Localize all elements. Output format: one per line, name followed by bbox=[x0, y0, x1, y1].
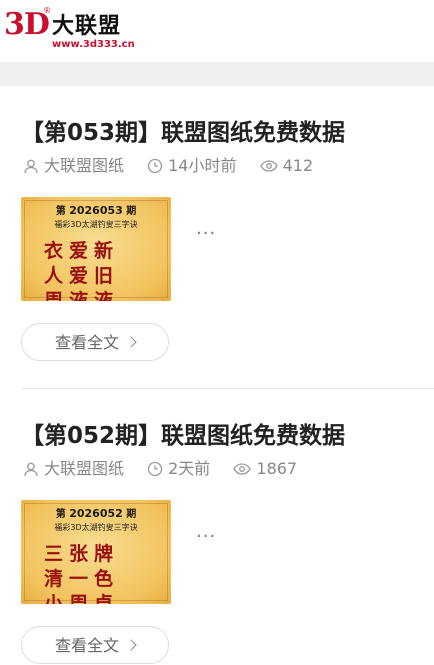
post-thumbnail[interactable]: 第 2026052 期 福彩3D太湖钓叟三字诀 三张牌 清一色 小周卓 bbox=[21, 500, 171, 604]
views-item: 1867 bbox=[233, 459, 297, 479]
user-icon bbox=[24, 159, 38, 174]
issue-number: 2026052 bbox=[69, 507, 123, 520]
thumbnail-subtitle: 福彩3D太湖钓叟三字诀 bbox=[54, 220, 138, 229]
post-time: 14小时前 bbox=[168, 156, 237, 175]
issue-prefix: 第 bbox=[55, 206, 66, 217]
time-item: 2天前 bbox=[147, 459, 210, 479]
verse-line: 清一色 bbox=[44, 568, 120, 590]
thumbnail-verse: 衣爱新 人爱旧 周液液 bbox=[44, 239, 154, 301]
read-more-button[interactable]: 查看全文 bbox=[21, 323, 169, 361]
logo-name: 大联盟 bbox=[52, 13, 122, 39]
verse-line: 三张牌 bbox=[44, 543, 120, 565]
post-time: 2天前 bbox=[168, 459, 211, 478]
time-item: 14小时前 bbox=[147, 156, 236, 176]
view-count: 412 bbox=[282, 156, 314, 175]
eye-icon bbox=[259, 160, 278, 172]
post-card: 【第053期】联盟图纸免费数据 大联盟图纸 14小时前 412 第 202605… bbox=[21, 118, 434, 368]
logo-url: www.3d333.cn bbox=[52, 39, 135, 50]
verse-line: 人爱旧 bbox=[44, 265, 120, 287]
thumbnail-verse: 三张牌 清一色 小周卓 bbox=[44, 542, 154, 604]
clock-icon bbox=[147, 158, 163, 174]
thumbnail-issue: 第 2026052 期 bbox=[21, 508, 171, 521]
post-meta: 大联盟图纸 14小时前 412 bbox=[23, 156, 331, 176]
issue-suffix: 期 bbox=[126, 509, 137, 520]
post-title[interactable]: 【第052期】联盟图纸免费数据 bbox=[21, 421, 345, 451]
issue-prefix: 第 bbox=[55, 509, 66, 520]
post-excerpt: ... bbox=[196, 521, 217, 542]
author-name: 大联盟图纸 bbox=[44, 459, 125, 478]
chevron-right-icon bbox=[125, 336, 137, 348]
views-item: 412 bbox=[259, 156, 314, 176]
post-divider bbox=[21, 388, 434, 389]
site-header: 3D ® 大联盟 www.3d333.cn bbox=[0, 0, 434, 62]
post-card: 【第052期】联盟图纸免费数据 大联盟图纸 2天前 1867 第 2026052… bbox=[21, 421, 434, 664]
thumbnail-issue: 第 2026053 期 bbox=[21, 205, 171, 218]
eye-icon bbox=[233, 463, 252, 475]
post-thumbnail[interactable]: 第 2026053 期 福彩3D太湖钓叟三字诀 衣爱新 人爱旧 周液液 bbox=[21, 197, 171, 301]
post-meta: 大联盟图纸 2天前 1867 bbox=[23, 459, 315, 479]
post-excerpt: ... bbox=[196, 218, 217, 239]
user-icon bbox=[24, 462, 38, 477]
verse-line: 衣爱新 bbox=[44, 240, 120, 262]
author-item[interactable]: 大联盟图纸 bbox=[23, 459, 124, 479]
author-name: 大联盟图纸 bbox=[44, 156, 125, 175]
read-more-button[interactable]: 查看全文 bbox=[21, 626, 169, 664]
chevron-right-icon bbox=[125, 639, 137, 651]
read-more-label: 查看全文 bbox=[54, 333, 119, 352]
post-title[interactable]: 【第053期】联盟图纸免费数据 bbox=[21, 118, 345, 148]
verse-line: 小周卓 bbox=[44, 593, 120, 604]
header-band bbox=[0, 62, 434, 86]
thumbnail-subtitle: 福彩3D太湖钓叟三字诀 bbox=[54, 523, 138, 532]
verse-line: 周液液 bbox=[44, 290, 120, 301]
issue-number: 2026053 bbox=[69, 204, 123, 217]
clock-icon bbox=[147, 461, 163, 477]
site-logo[interactable]: 3D ® 大联盟 www.3d333.cn bbox=[4, 6, 154, 54]
logo-registered: ® bbox=[43, 6, 51, 15]
read-more-label: 查看全文 bbox=[54, 636, 119, 655]
issue-suffix: 期 bbox=[126, 206, 137, 217]
view-count: 1867 bbox=[256, 459, 298, 478]
author-item[interactable]: 大联盟图纸 bbox=[23, 156, 124, 176]
